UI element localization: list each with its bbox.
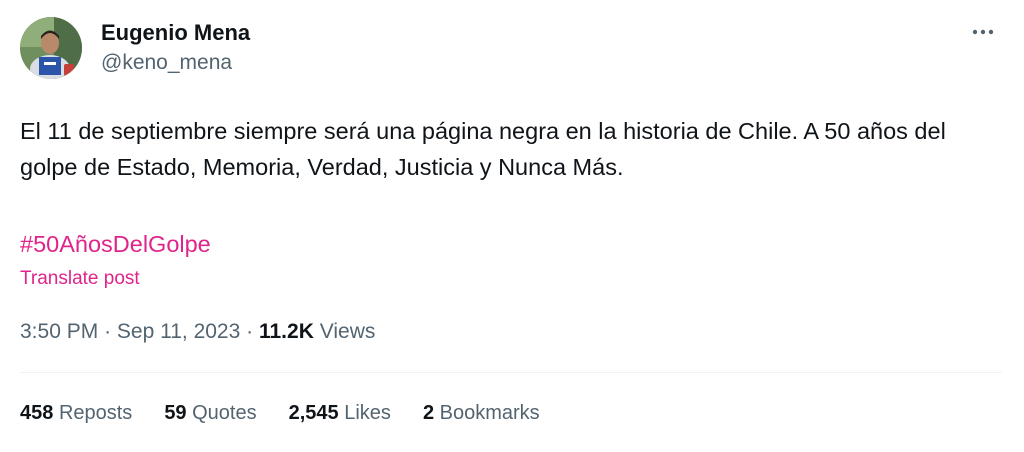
meta-separator: · — [104, 320, 112, 343]
bookmarks-label: Bookmarks — [439, 402, 540, 424]
more-options-button[interactable] — [968, 22, 998, 42]
post-meta: 3:50 PM · Sep 11, 2023 · 11.2K Views — [20, 317, 375, 347]
engagement-stats: 458 Reposts 59 Quotes 2,545 Likes 2 Book… — [20, 398, 572, 428]
reposts-label: Reposts — [58, 402, 133, 424]
post-date[interactable]: Sep 11, 2023 — [117, 320, 240, 343]
more-horizontal-icon — [972, 29, 994, 35]
reposts-count: 458 — [20, 402, 54, 424]
author-handle[interactable]: @keno_mena — [101, 49, 250, 77]
avatar[interactable] — [20, 17, 82, 79]
views-count: 11.2K — [258, 320, 314, 343]
tweet-card: Eugenio Mena @keno_mena El 11 de septiem… — [0, 0, 1024, 452]
likes-label: Likes — [344, 402, 391, 424]
likes-stat[interactable]: 2,545 Likes — [289, 398, 391, 428]
quotes-stat[interactable]: 59 Quotes — [164, 398, 256, 428]
quotes-label: Quotes — [192, 402, 257, 424]
author-names: Eugenio Mena @keno_mena — [101, 19, 250, 77]
translate-post-link[interactable]: Translate post — [20, 266, 140, 292]
likes-count: 2,545 — [288, 402, 339, 424]
meta-separator-2: · — [246, 320, 254, 343]
post-text: El 11 de septiembre siempre será una pág… — [20, 118, 946, 180]
reposts-stat[interactable]: 458 Reposts — [20, 398, 132, 428]
tweet-header: Eugenio Mena @keno_mena — [20, 17, 250, 79]
bookmarks-stat[interactable]: 2 Bookmarks — [423, 398, 540, 428]
quotes-count: 59 — [164, 402, 187, 424]
divider — [20, 372, 1002, 373]
author-display-name[interactable]: Eugenio Mena — [101, 19, 250, 47]
post-time[interactable]: 3:50 PM — [20, 320, 98, 343]
bookmarks-count: 2 — [422, 402, 435, 424]
hashtag-link[interactable]: #50AñosDelGolpe — [20, 226, 211, 262]
views-label: Views — [319, 320, 376, 343]
